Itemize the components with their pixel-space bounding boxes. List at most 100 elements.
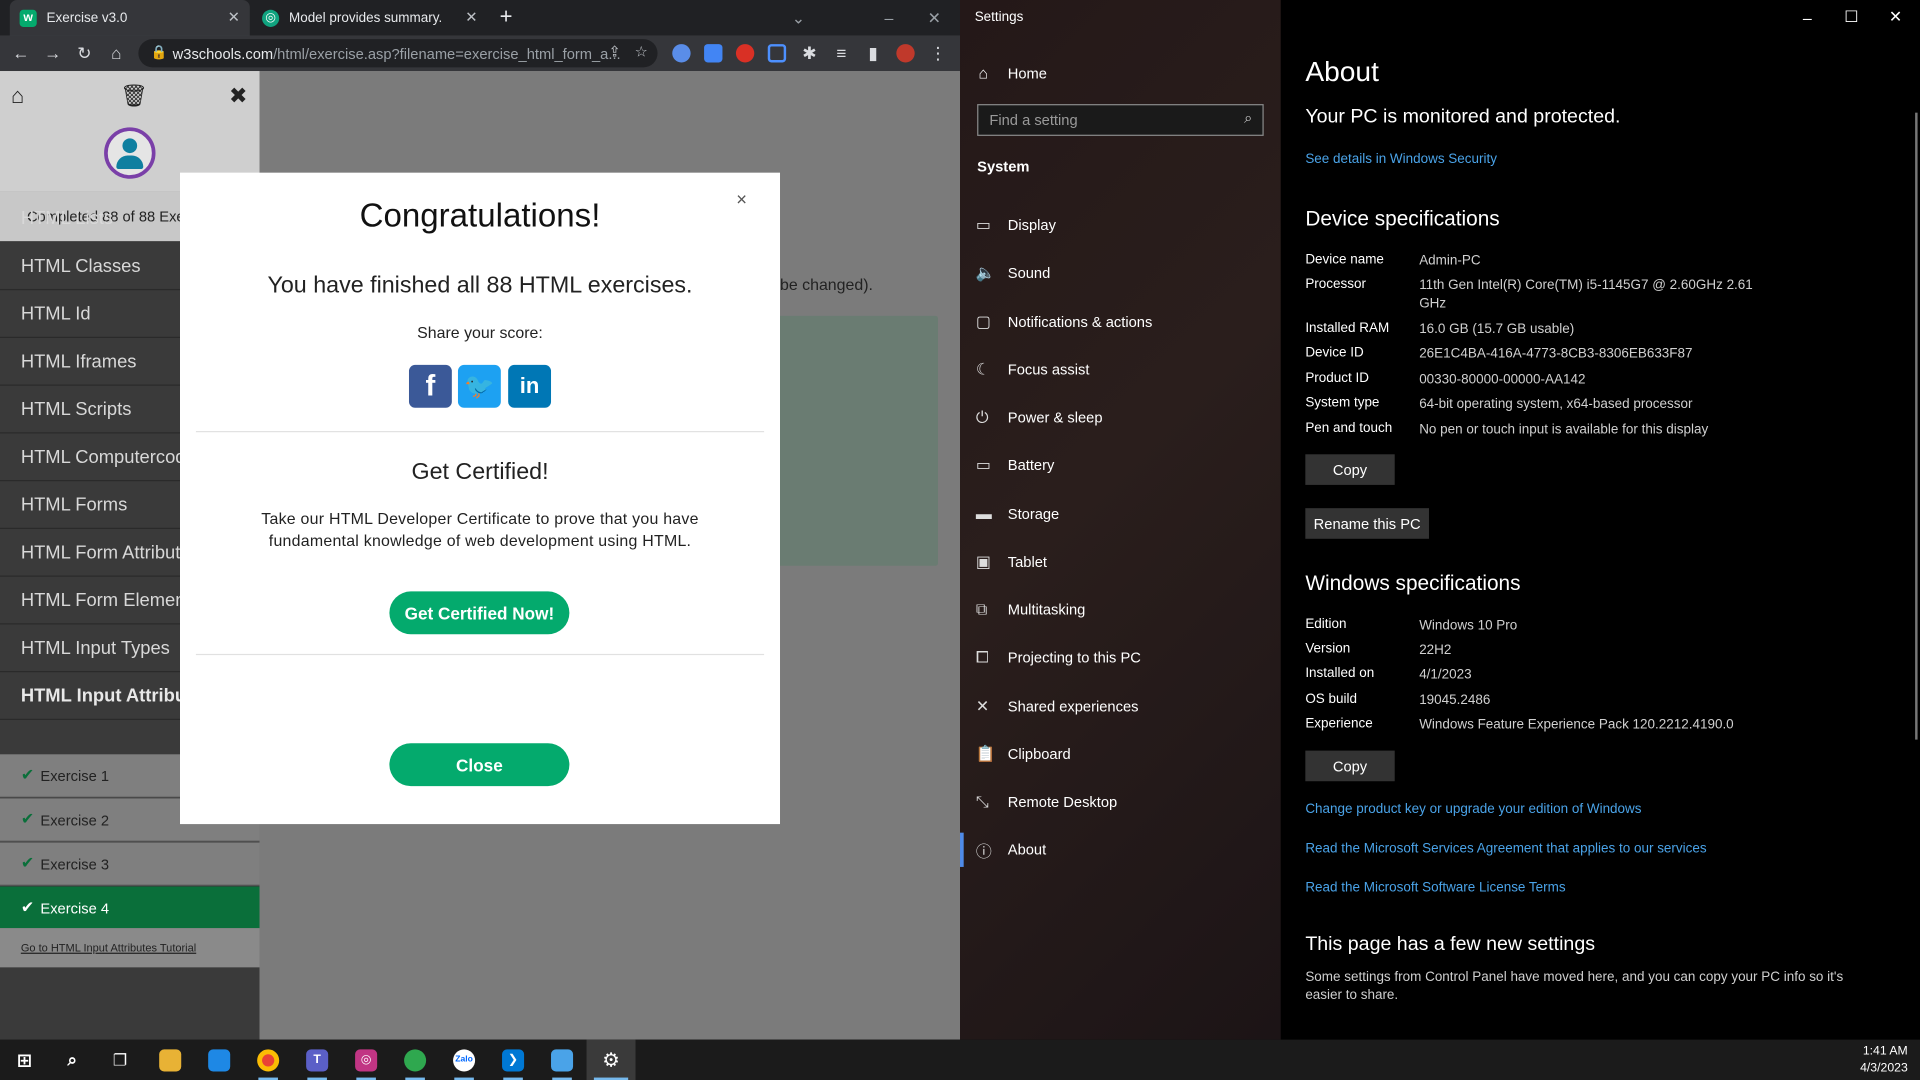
taskbar: ⊞ ⌕ ❐ T ◎ Zalo ❯ ⚙ 1:41 AM 4/3/2023	[0, 1039, 1920, 1080]
scrollbar[interactable]	[1915, 112, 1918, 740]
tab-model-summary[interactable]: ◎ Model provides summary. ✕	[252, 0, 487, 36]
power-icon: ⏻	[975, 407, 989, 427]
nav-item-multitasking[interactable]: ⧉ Multitasking	[976, 598, 1270, 622]
home-icon[interactable]: ⌂	[105, 42, 127, 64]
checkmark-icon: ✔	[20, 853, 35, 872]
avatar[interactable]	[896, 44, 915, 63]
nav-item-display[interactable]: ▭ Display	[976, 213, 1270, 237]
spec-value: 00330-80000-00000-AA142	[1419, 372, 1586, 387]
edge-dev-icon[interactable]	[391, 1040, 440, 1080]
tab-title: Exercise v3.0	[46, 10, 128, 26]
nav-item-label: Shared experiences	[1007, 697, 1139, 715]
shared-experiences-icon: ✕	[975, 696, 990, 715]
nav-item-about[interactable]: ⓘ About	[960, 832, 1270, 868]
change-product-key-link[interactable]: Change product key or upgrade your editi…	[1305, 802, 1641, 817]
home-nav-item[interactable]: ⌂ Home	[978, 64, 1047, 82]
spec-value: 11th Gen Intel(R) Core(TM) i5-1145G7 @ 2…	[1419, 277, 1753, 312]
facebook-icon[interactable]: f	[408, 364, 452, 408]
linkedin-icon[interactable]: in	[508, 364, 552, 408]
nav-item-power-sleep[interactable]: ⏻ Power & sleep	[976, 405, 1270, 429]
adblock-icon[interactable]	[735, 44, 755, 63]
user-avatar-icon[interactable]	[104, 127, 156, 179]
close-icon[interactable]: ✕	[465, 9, 477, 26]
chrome-icon[interactable]	[244, 1040, 293, 1080]
start-icon[interactable]: ⊞	[0, 1040, 49, 1080]
spec-value: 19045.2486	[1419, 693, 1491, 708]
rename-pc-button[interactable]: Rename this PC	[1305, 508, 1429, 539]
extension-icon[interactable]	[672, 44, 691, 63]
close-window-button[interactable]: ✕	[1873, 2, 1917, 31]
store-icon[interactable]	[195, 1040, 244, 1080]
nav-item-sound[interactable]: 🔈 Sound	[976, 261, 1270, 285]
search-icon[interactable]: ⌕	[1244, 109, 1252, 127]
tab-exercise[interactable]: w Exercise v3.0 ✕	[9, 0, 250, 36]
minimize-button[interactable]: –	[1785, 2, 1829, 31]
twitter-icon[interactable]: 🐦	[457, 364, 501, 408]
search-icon[interactable]: ⌕	[48, 1040, 97, 1080]
instagram-icon[interactable]: ◎	[342, 1040, 391, 1080]
minimize-button[interactable]: –	[867, 0, 911, 36]
bookmark-star-icon[interactable]: ☆	[635, 43, 648, 60]
nav-item-notifications-actions[interactable]: ▢ Notifications & actions	[976, 309, 1270, 333]
back-icon[interactable]: ←	[10, 42, 32, 64]
side-panel-icon[interactable]: ▮	[862, 42, 884, 64]
exercise-item[interactable]: ✔ Exercise 4	[0, 886, 260, 930]
divider	[195, 653, 765, 656]
license-terms-link[interactable]: Read the Microsoft Software License Term…	[1305, 880, 1565, 895]
nav-item-remote-desktop[interactable]: ⤡ Remote Desktop	[976, 790, 1270, 814]
home-icon[interactable]: ⌂	[11, 83, 24, 109]
settings-icon[interactable]: ⚙	[586, 1039, 636, 1080]
security-link[interactable]: See details in Windows Security	[1305, 152, 1497, 167]
calculator-app-icon[interactable]	[538, 1040, 587, 1080]
close-button[interactable]: Close	[389, 743, 570, 787]
nav-item-shared-experiences[interactable]: ✕ Shared experiences	[976, 694, 1270, 718]
services-agreement-link[interactable]: Read the Microsoft Services Agreement th…	[1305, 841, 1706, 856]
task-view-icon[interactable]: ❐	[96, 1040, 145, 1080]
close-window-button[interactable]: ✕	[912, 0, 956, 36]
nav-item-battery[interactable]: ▭ Battery	[976, 453, 1270, 477]
exercise-item[interactable]: ✔ Exercise 3	[0, 842, 260, 886]
remote-desktop-icon: ⤡	[975, 792, 989, 811]
forward-icon[interactable]: →	[42, 42, 64, 64]
screenshot-icon[interactable]	[767, 44, 787, 63]
exercise-label: Exercise 4	[40, 900, 110, 918]
device-spec-heading: Device specifications	[1305, 206, 1500, 231]
tutorial-link[interactable]: Go to HTML Input Attributes Tutorial	[0, 928, 260, 968]
media-queue-icon[interactable]: ≡	[830, 42, 852, 64]
code-area[interactable]	[773, 315, 938, 566]
home-icon: ⌂	[978, 63, 988, 83]
reload-icon[interactable]: ↻	[73, 42, 95, 64]
system-clock[interactable]: 1:41 AM 4/3/2023	[1860, 1043, 1908, 1077]
nav-item-clipboard[interactable]: 📋 Clipboard	[976, 742, 1270, 766]
menu-kebab-icon[interactable]: ⋮	[927, 42, 949, 64]
nav-item-focus-assist[interactable]: ☾ Focus assist	[976, 357, 1270, 381]
close-icon[interactable]: ✖	[229, 83, 247, 109]
trash-icon[interactable]: 🗑	[120, 83, 148, 109]
spec-label: Processor	[1305, 276, 1366, 292]
nav-item-tablet[interactable]: ▣ Tablet	[976, 549, 1270, 573]
get-certified-button[interactable]: Get Certified Now!	[389, 591, 570, 635]
w3schools-icon: w	[19, 9, 37, 27]
nav-item-projecting-to-this-pc[interactable]: ⧠ Projecting to this PC	[976, 646, 1270, 670]
teams-icon[interactable]: T	[293, 1040, 342, 1080]
protection-status: Your PC is monitored and protected.	[1305, 106, 1621, 128]
close-icon[interactable]: ✕	[228, 9, 240, 26]
new-tab-button[interactable]: +	[500, 4, 513, 30]
extensions-puzzle-icon[interactable]: ✱	[798, 42, 820, 64]
spec-label: Edition	[1305, 617, 1347, 632]
find-setting-input[interactable]: Find a setting	[977, 104, 1264, 136]
tab-search-icon[interactable]: ⌄	[776, 0, 820, 36]
zalo-icon[interactable]: Zalo	[440, 1040, 489, 1080]
maximize-button[interactable]: ☐	[1829, 2, 1873, 31]
page-title: About	[1305, 55, 1379, 87]
share-icon[interactable]: ⇪	[608, 43, 620, 60]
browser-toolbar: ← → ↻ ⌂ 🔒 w3schools.com/html/exercise.as…	[0, 35, 961, 72]
nav-item-label: Battery	[1007, 457, 1055, 475]
address-bar[interactable]: 🔒 w3schools.com/html/exercise.asp?filena…	[138, 39, 658, 68]
file-explorer-icon[interactable]	[146, 1040, 195, 1080]
translate-icon[interactable]	[704, 44, 723, 63]
nav-item-storage[interactable]: ▬ Storage	[976, 501, 1270, 525]
vscode-icon[interactable]: ❯	[489, 1040, 538, 1080]
copy-device-specs-button[interactable]: Copy	[1305, 454, 1395, 485]
copy-windows-specs-button[interactable]: Copy	[1305, 750, 1395, 782]
